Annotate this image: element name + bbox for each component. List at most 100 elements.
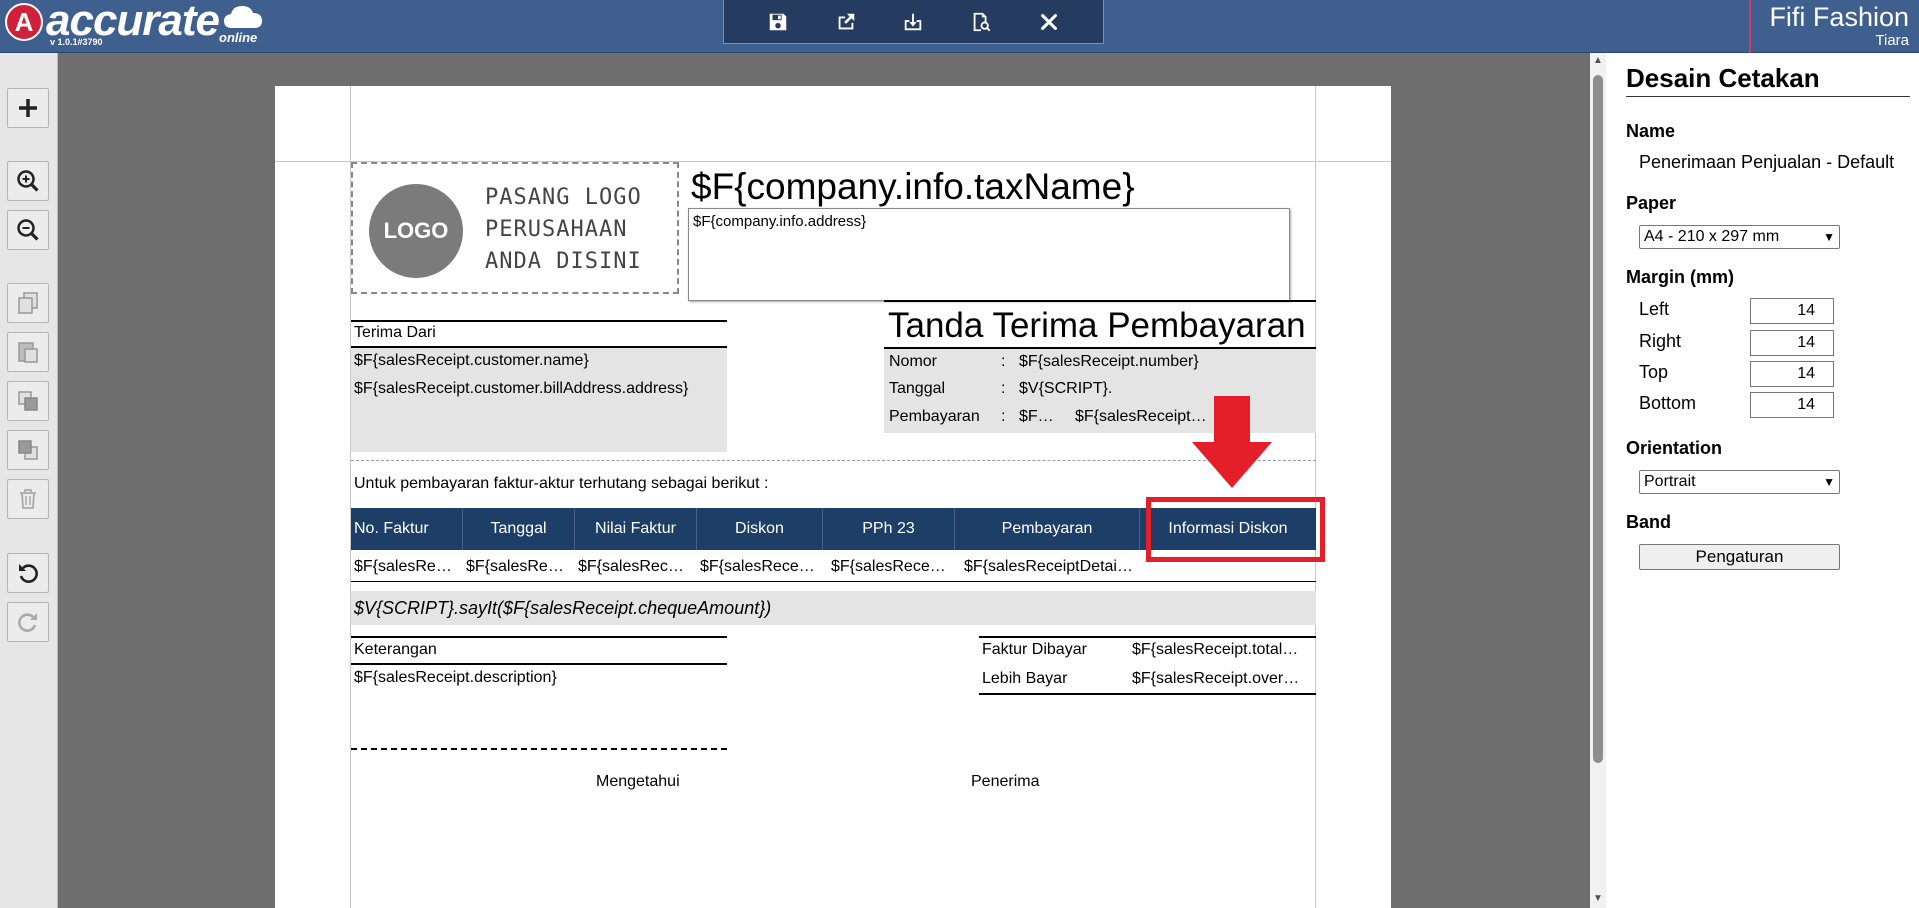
column-header[interactable]: Nilai Faktur: [575, 508, 697, 550]
undo-icon: [19, 564, 38, 583]
divider: [351, 663, 727, 665]
brand-logo[interactable]: A accurate online v 1.0.1#3790: [0, 0, 280, 53]
band-settings-button[interactable]: Pengaturan: [1639, 544, 1840, 570]
divider: [351, 320, 727, 322]
divider: [979, 636, 1316, 638]
notes-label[interactable]: Keterangan: [354, 641, 437, 659]
zoom-out-button[interactable]: [7, 210, 49, 250]
logo-caption-line: PERUSAHAAN: [485, 217, 628, 242]
add-element-button[interactable]: [7, 88, 49, 128]
signature-left-label[interactable]: Mengetahui: [596, 773, 680, 791]
divider: [1626, 96, 1910, 97]
panel-title: Desain Cetakan: [1626, 63, 1820, 93]
divider: [351, 581, 1316, 582]
payment-detail-field[interactable]: $F{salesReceipt…: [1075, 408, 1207, 426]
scroll-down-icon[interactable]: ▼: [1593, 893, 1603, 904]
customer-name-field[interactable]: $F{salesReceipt.customer.name}: [354, 352, 589, 370]
divider: [351, 636, 727, 638]
zoom-in-icon: [17, 170, 39, 192]
table-cell[interactable]: $F{salesRece…: [831, 558, 946, 576]
preview-button[interactable]: [961, 4, 1001, 40]
table-cell[interactable]: $F{salesRe…: [466, 558, 564, 576]
redo-icon: [18, 613, 37, 632]
band-label: Band: [1626, 512, 1671, 532]
paper-select[interactable]: A4 - 210 x 297 mm ▼: [1639, 225, 1840, 249]
plus-icon: [19, 99, 37, 117]
scroll-thumb[interactable]: [1593, 75, 1603, 763]
info-label: Tanggal: [889, 380, 946, 397]
delete-button[interactable]: [7, 479, 49, 519]
margin-right-input[interactable]: 14: [1750, 330, 1834, 356]
save-button[interactable]: [758, 4, 798, 40]
info-sep: :: [1001, 380, 1006, 397]
total-label: Faktur Dibayar: [982, 641, 1087, 658]
properties-panel: Desain Cetakan Name Penerimaan Penjualan…: [1606, 53, 1919, 908]
bring-front-button[interactable]: [7, 381, 49, 421]
paper-select-value: A4 - 210 x 297 mm: [1644, 228, 1780, 245]
margin-bottom-input[interactable]: 14: [1750, 392, 1834, 418]
copy-button[interactable]: [7, 283, 49, 323]
customer-address-field[interactable]: $F{salesReceipt.customer.billAddress.add…: [354, 380, 688, 398]
column-header[interactable]: Diskon: [697, 508, 823, 550]
left-toolbar: [0, 53, 58, 908]
trash-icon: [20, 489, 36, 509]
column-header[interactable]: PPh 23: [823, 508, 955, 550]
logo-placeholder[interactable]: LOGO PASANG LOGO PERUSAHAAN ANDA DISINI: [351, 162, 679, 294]
import-icon: [905, 13, 922, 30]
margin-left-input[interactable]: 14: [1750, 298, 1834, 324]
column-header[interactable]: Pembayaran: [955, 508, 1140, 550]
logo-circle: LOGO: [369, 184, 463, 278]
undo-button[interactable]: [7, 553, 49, 593]
canvas-scrollbar[interactable]: ▲ ▼: [1590, 53, 1606, 908]
overpaid-field[interactable]: $F{salesReceipt.over…: [1132, 670, 1299, 688]
receipt-number-field[interactable]: $F{salesReceipt.number}: [1019, 353, 1199, 371]
annotation-highlight-box: [1146, 497, 1325, 562]
company-divider: [1749, 0, 1751, 53]
chevron-down-icon: ▼: [1823, 475, 1835, 489]
export-button[interactable]: [826, 4, 866, 40]
zoom-in-button[interactable]: [7, 161, 49, 201]
margin-label: Margin (mm): [1626, 267, 1734, 287]
receipt-date-field[interactable]: $V{SCRIPT}.: [1019, 380, 1112, 398]
invoices-paid-field[interactable]: $F{salesReceipt.total…: [1132, 641, 1298, 659]
band-separator: [351, 748, 727, 750]
margin-top-label: Top: [1639, 362, 1669, 382]
orientation-select[interactable]: Portrait ▼: [1639, 470, 1840, 494]
paste-button[interactable]: [7, 332, 49, 372]
signature-right-label[interactable]: Penerima: [971, 773, 1039, 791]
margin-top-input[interactable]: 14: [1750, 361, 1834, 387]
notes-field[interactable]: $F{salesReceipt.description}: [354, 669, 557, 687]
send-back-button[interactable]: [7, 430, 49, 470]
company-address-field[interactable]: $F{company.info.address}: [688, 208, 1290, 301]
margin-left-label: Left: [1639, 299, 1670, 319]
band-separator: [351, 460, 1316, 461]
close-icon: [1041, 13, 1058, 30]
divider: [884, 300, 1316, 302]
design-name: Penerimaan Penjualan - Default: [1639, 152, 1895, 172]
table-cell[interactable]: $F{salesRec…: [578, 558, 684, 576]
logo-caption-line: ANDA DISINI: [485, 249, 642, 274]
top-bar: A accurate online v 1.0.1#3790 Fifi Fash…: [0, 0, 1919, 53]
logo-caption-line: PASANG LOGO: [485, 185, 642, 210]
document-title[interactable]: Tanda Terima Pembayaran: [888, 306, 1306, 346]
margin-right-label: Right: [1639, 331, 1682, 351]
close-button[interactable]: [1029, 4, 1069, 40]
receive-from-label[interactable]: Terima Dari: [354, 324, 436, 342]
company-tax-name-field[interactable]: $F{company.info.taxName}: [691, 166, 1135, 208]
table-cell[interactable]: $F{salesReceiptDetai…: [964, 558, 1133, 576]
margin-bottom-label: Bottom: [1639, 393, 1697, 413]
payment-method-field[interactable]: $F…: [1019, 408, 1054, 426]
column-header[interactable]: No. Faktur: [351, 508, 463, 550]
redo-button[interactable]: [7, 602, 49, 642]
intro-text[interactable]: Untuk pembayaran faktur-aktur terhutang …: [354, 475, 768, 493]
scroll-up-icon[interactable]: ▲: [1593, 55, 1603, 66]
say-it-field[interactable]: $V{SCRIPT}.sayIt($F{salesReceipt.chequeA…: [351, 591, 1316, 625]
send-back-icon: [18, 440, 38, 460]
table-cell[interactable]: $F{salesRece…: [700, 558, 815, 576]
bring-front-icon: [18, 391, 38, 411]
user-name[interactable]: Tiara: [1875, 32, 1909, 49]
import-button[interactable]: [893, 4, 933, 40]
column-header[interactable]: Tanggal: [463, 508, 575, 550]
table-cell[interactable]: $F{salesRe…: [354, 558, 452, 576]
company-name[interactable]: Fifi Fashion: [1769, 2, 1909, 33]
